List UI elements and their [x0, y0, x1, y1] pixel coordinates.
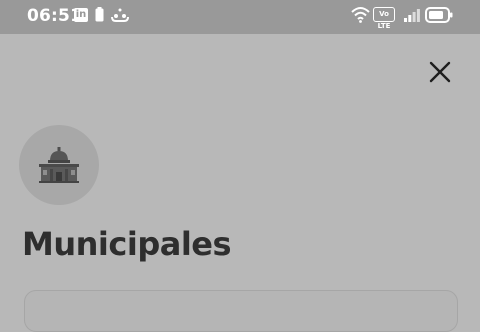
- logo-circle: [19, 125, 99, 205]
- municipal-building-icon: [39, 147, 79, 183]
- status-bar: 06:51 in Vo LTE: [0, 0, 480, 34]
- wifi-icon: [351, 7, 370, 23]
- battery-small-icon: [95, 7, 104, 22]
- message-icon: [111, 8, 129, 22]
- signal-icon: [404, 9, 420, 22]
- battery-icon: [425, 7, 453, 23]
- content-card[interactable]: [24, 290, 458, 332]
- page-title: Municipales: [22, 225, 232, 263]
- close-icon[interactable]: [428, 60, 452, 84]
- linkedin-icon: in: [74, 8, 88, 22]
- volte-icon: Vo LTE: [373, 7, 395, 30]
